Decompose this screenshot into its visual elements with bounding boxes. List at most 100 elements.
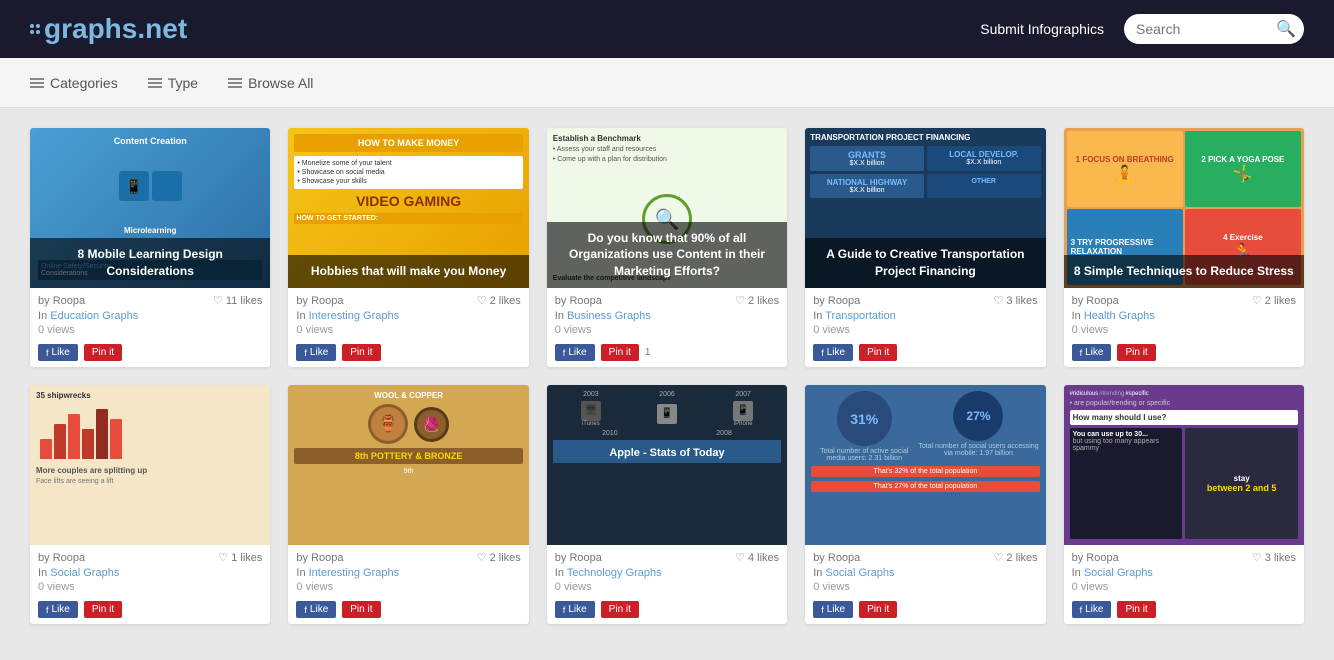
nav-item-browse-all[interactable]: Browse All [228,75,313,91]
card-image-6[interactable]: 35 shipwrecks More couples are splitting… [30,385,270,545]
card-likes-5: ♡ 2 likes [1252,294,1296,307]
card-actions-2: f Like Pin it [288,340,528,367]
pin-button-6[interactable]: Pin it [84,601,122,618]
card-category-link-1[interactable]: Education Graphs [50,310,138,322]
card-image-1[interactable]: Content Creation 📱 Microlearning Online … [30,128,270,288]
card-info-6: by Roopa ♡ 1 likes In Social Graphs 0 vi… [30,545,270,597]
card-likes-9: ♡ 2 likes [993,551,1037,564]
card-title-1: 8 Mobile Learning Design Considerations [78,247,223,278]
card-image-5[interactable]: 1 FOCUS ON BREATHING 🧘 2 PICK A YOGA POS… [1064,128,1304,288]
card-author-3: by Roopa [555,295,602,307]
like-button-1[interactable]: f Like [38,344,78,361]
pin-button-10[interactable]: Pin it [1117,601,1155,618]
card-meta-2: by Roopa ♡ 2 likes [296,294,520,307]
card-reduce-stress: 1 FOCUS ON BREATHING 🧘 2 PICK A YOGA POS… [1064,128,1304,367]
like-button-7[interactable]: f Like [296,601,336,618]
card-actions-6: f Like Pin it [30,597,270,624]
like-button-3[interactable]: f Like [555,344,595,361]
card-category-link-10[interactable]: Social Graphs [1084,567,1153,579]
card-category-link-3[interactable]: Business Graphs [567,310,651,322]
pin-button-5[interactable]: Pin it [1117,344,1155,361]
card-social-media: 31% Total number of active social media … [805,385,1045,624]
logo-dots-icon [30,24,40,34]
card-wool-copper: WOOL & COPPER 🏺 🧶 8th POTTERY & BRONZE 9… [288,385,528,624]
card-likes-3: ♡ 2 likes [735,294,779,307]
card-actions-4: f Like Pin it [805,340,1045,367]
card-image-3[interactable]: Establish a Benchmark • Assess your staf… [547,128,787,288]
card-info-10: by Roopa ♡ 3 likes In Social Graphs 0 vi… [1064,545,1304,597]
main-content: Content Creation 📱 Microlearning Online … [0,108,1334,644]
card-author-8: by Roopa [555,552,602,564]
card-meta-5: by Roopa ♡ 2 likes [1072,294,1296,307]
logo-text: graphs.net [44,13,187,45]
navbar: Categories Type Browse All [0,58,1334,108]
cards-grid-row2: 35 shipwrecks More couples are splitting… [30,385,1304,624]
like-button-8[interactable]: f Like [555,601,595,618]
card-views-1: 0 views [38,324,262,336]
search-icon[interactable]: 🔍 [1276,19,1296,39]
card-actions-8: f Like Pin it [547,597,787,624]
pin-button-4[interactable]: Pin it [859,344,897,361]
submit-link[interactable]: Submit Infographics [980,21,1104,37]
card-category-link-8[interactable]: Technology Graphs [567,567,662,579]
nav-item-categories[interactable]: Categories [30,75,118,91]
card-meta-8: by Roopa ♡ 4 likes [555,551,779,564]
card-meta-9: by Roopa ♡ 2 likes [813,551,1037,564]
card-title-2: Hobbies that will make you Money [311,264,506,278]
card-transportation: Transportation Project Financing GRANTS … [805,128,1045,367]
like-button-4[interactable]: f Like [813,344,853,361]
card-category-link-9[interactable]: Social Graphs [825,567,894,579]
pin-button-2[interactable]: Pin it [342,344,380,361]
pin-button-1[interactable]: Pin it [84,344,122,361]
card-category-8: In Technology Graphs [555,567,779,579]
card-info-9: by Roopa ♡ 2 likes In Social Graphs 0 vi… [805,545,1045,597]
card-views-7: 0 views [296,581,520,593]
card-image-2[interactable]: HOW TO MAKE MONEY • Monetize some of you… [288,128,528,288]
card-image-4[interactable]: Transportation Project Financing GRANTS … [805,128,1045,288]
cards-grid-row1: Content Creation 📱 Microlearning Online … [30,128,1304,367]
pin-button-3[interactable]: Pin it [601,344,639,361]
card-category-link-5[interactable]: Health Graphs [1084,310,1155,322]
like-button-9[interactable]: f Like [813,601,853,618]
card-likes-10: ♡ 3 likes [1252,551,1296,564]
nav-item-type[interactable]: Type [148,75,198,91]
search-input[interactable] [1136,21,1276,37]
card-category-link-4[interactable]: Transportation [825,310,896,322]
card-views-8: 0 views [555,581,779,593]
card-image-7[interactable]: WOOL & COPPER 🏺 🧶 8th POTTERY & BRONZE 9… [288,385,528,545]
logo[interactable]: graphs.net [30,13,187,45]
like-button-10[interactable]: f Like [1072,601,1112,618]
like-button-5[interactable]: f Like [1072,344,1112,361]
card-image-9[interactable]: 31% Total number of active social media … [805,385,1045,545]
logo-accent: net [145,13,187,44]
card-info-5: by Roopa ♡ 2 likes In Health Graphs 0 vi… [1064,288,1304,340]
card-meta-1: by Roopa ♡ 11 likes [38,294,262,307]
like-button-2[interactable]: f Like [296,344,336,361]
card-category-link-6[interactable]: Social Graphs [50,567,119,579]
like-button-6[interactable]: f Like [38,601,78,618]
card-likes-7: ♡ 2 likes [477,551,521,564]
card-category-4: In Transportation [813,310,1037,322]
card-likes-2: ♡ 2 likes [477,294,521,307]
pin-button-7[interactable]: Pin it [342,601,380,618]
card-image-8[interactable]: 200320062007 🖥 iTunes 📱 [547,385,787,545]
card-actions-5: f Like Pin it [1064,340,1304,367]
card-image-10[interactable]: #ridiculous #trending #specific • are po… [1064,385,1304,545]
pin-button-9[interactable]: Pin it [859,601,897,618]
card-hobbies-money: HOW TO MAKE MONEY • Monetize some of you… [288,128,528,367]
card-category-link-2[interactable]: Interesting Graphs [309,310,400,322]
card-overlay-4: A Guide to Creative Transportation Proje… [805,238,1045,288]
card-views-6: 0 views [38,581,262,593]
card-overlay-3: Do you know that 90% of all Organization… [547,222,787,288]
card-title-4: A Guide to Creative Transportation Proje… [826,247,1024,278]
card-category-link-7[interactable]: Interesting Graphs [309,567,400,579]
card-views-5: 0 views [1072,324,1296,336]
site-header: graphs.net Submit Infographics 🔍 [0,0,1334,58]
card-author-7: by Roopa [296,552,343,564]
pin-button-8[interactable]: Pin it [601,601,639,618]
card-title-5: 8 Simple Techniques to Reduce Stress [1074,264,1294,278]
card-views-4: 0 views [813,324,1037,336]
card-meta-7: by Roopa ♡ 2 likes [296,551,520,564]
nav-label-categories: Categories [50,75,118,91]
card-author-2: by Roopa [296,295,343,307]
